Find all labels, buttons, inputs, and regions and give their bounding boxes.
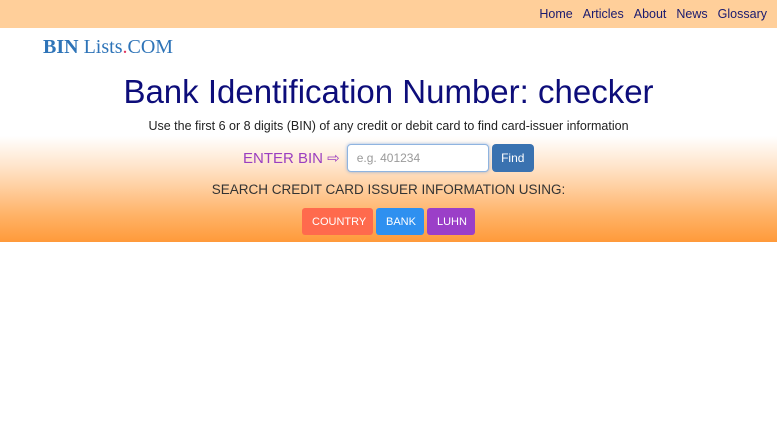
page-title: Bank Identification Number: checker [123,73,654,110]
logo-com-text: COM [127,36,174,58]
bin-input[interactable] [346,144,489,172]
luhn-button[interactable]: LUHN [427,208,475,235]
nav-news-link[interactable]: News [676,0,707,28]
logo-bin-text: BIN [43,36,79,58]
search-using-heading: SEARCH CREDIT CARD ISSUER INFORMATION US… [211,182,566,197]
logo-lists-text: Lists [83,36,123,58]
bank-button[interactable]: BANK [376,208,424,235]
top-nav-bar: Home Articles About News Glossary [0,0,777,28]
nav-glossary-link[interactable]: Glossary [718,0,767,28]
country-button[interactable]: COUNTRY [302,208,373,235]
enter-bin-label: ENTER BIN ⇨ [243,150,340,167]
search-option-buttons: COUNTRY BANK LUHN [302,208,478,235]
page-subtitle: Use the first 6 or 8 digits (BIN) of any… [148,119,629,133]
nav-articles-link[interactable]: Articles [583,0,624,28]
find-button[interactable]: Find [491,144,534,172]
site-logo[interactable]: BIN Lists.COM [43,36,173,59]
nav-about-link[interactable]: About [634,0,667,28]
bin-search-form: ENTER BIN ⇨ Find [243,143,534,173]
nav-home-link[interactable]: Home [539,0,572,28]
